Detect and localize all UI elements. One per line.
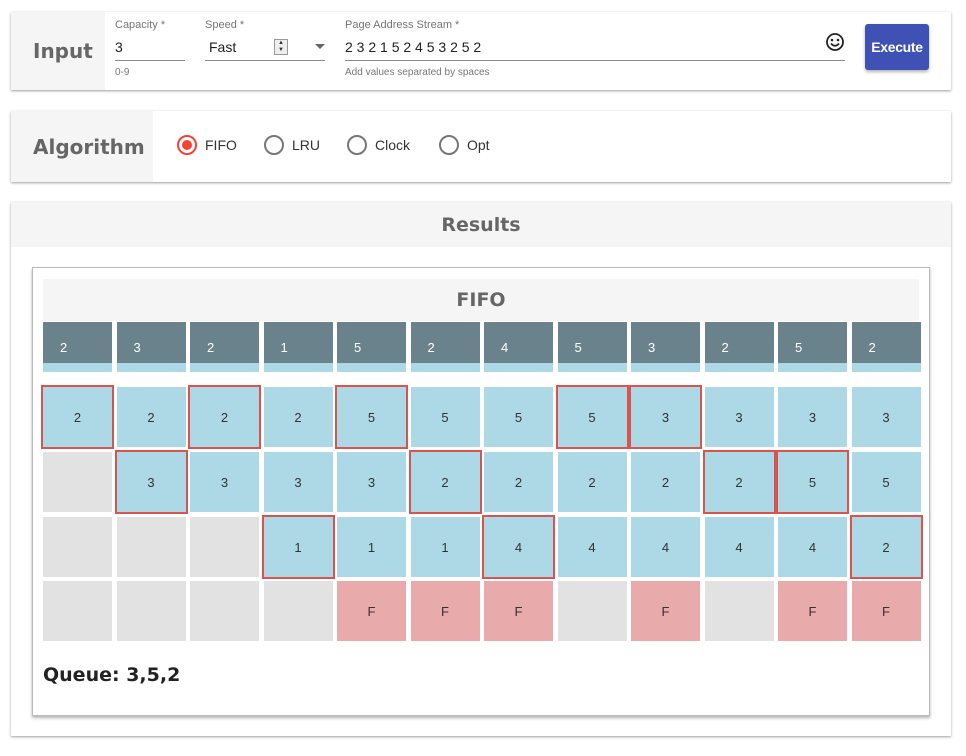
fault-cell: F xyxy=(337,581,406,641)
stream-header-cell: 3 xyxy=(116,322,186,372)
frame-cell: 2 xyxy=(188,385,261,449)
frame-cell: 2 xyxy=(631,452,700,512)
stream-input[interactable]: 2 3 2 1 5 2 4 5 3 2 5 2 xyxy=(345,39,481,55)
frame-cell: 2 xyxy=(116,387,186,447)
algorithm-card: Algorithm FIFO LRU Clock Opt xyxy=(11,111,951,182)
algorithm-title: FIFO xyxy=(43,279,919,321)
algorithm-section-label: Algorithm xyxy=(11,111,153,182)
frame-cell xyxy=(43,452,112,512)
frame-cell: 2 xyxy=(849,515,923,579)
stream-underline xyxy=(345,60,845,61)
frame-cell: 2 xyxy=(557,452,627,512)
stream-header-cell: 2 xyxy=(190,322,259,372)
radio-label: LRU xyxy=(292,137,321,153)
fault-cell: F xyxy=(851,581,921,641)
frame-cell: 3 xyxy=(337,452,406,512)
stream-header-cell: 3 xyxy=(631,322,700,372)
stream-label: Page Address Stream * xyxy=(345,19,460,31)
frame-cell: 4 xyxy=(482,515,555,579)
frame-cell: 4 xyxy=(631,517,700,577)
fault-cell xyxy=(557,581,627,641)
stream-header-cell: 5 xyxy=(557,322,627,372)
frame-cell: 3 xyxy=(851,387,921,447)
frame-cell: 3 xyxy=(704,387,774,447)
capacity-underline xyxy=(115,60,185,61)
frame-cell: 1 xyxy=(261,515,335,579)
frame-cell: 3 xyxy=(629,385,702,449)
fault-cell: F xyxy=(778,581,847,641)
radio-label: Opt xyxy=(467,137,490,153)
frame-cell: 4 xyxy=(704,517,774,577)
stream-header-cell: 2 xyxy=(851,322,921,372)
radio-label: FIFO xyxy=(205,137,237,153)
capacity-hint: 0-9 xyxy=(115,67,130,78)
smiley-face-icon[interactable] xyxy=(825,32,845,52)
radio-lru[interactable]: LRU xyxy=(264,135,320,155)
radio-circle-icon[interactable] xyxy=(439,135,459,155)
fault-cell xyxy=(43,581,112,641)
frame-cell: 1 xyxy=(337,517,406,577)
stream-header-cell: 1 xyxy=(263,322,333,372)
radio-opt[interactable]: Opt xyxy=(439,135,490,155)
capacity-input[interactable]: 3 xyxy=(115,39,123,55)
fault-cell xyxy=(116,581,186,641)
frame-cell: 5 xyxy=(484,387,553,447)
input-section-label: Input xyxy=(11,12,105,90)
stream-header-cell: 5 xyxy=(778,322,847,372)
radio-circle-icon[interactable] xyxy=(177,135,197,155)
frame-cell: 2 xyxy=(484,452,553,512)
fault-cell xyxy=(263,581,333,641)
input-card: Input Capacity * 3 ▲ ▼ 0-9 Speed * Fast P… xyxy=(11,12,951,90)
frame-cell: 4 xyxy=(778,517,847,577)
stream-header-cell: 4 xyxy=(484,322,553,372)
frame-cell: 1 xyxy=(410,517,480,577)
frame-cell: 3 xyxy=(263,452,333,512)
frame-cell: 4 xyxy=(557,517,627,577)
fault-cell: F xyxy=(631,581,700,641)
capacity-stepper[interactable]: ▲ ▼ xyxy=(274,39,288,55)
fault-cell: F xyxy=(410,581,480,641)
frame-cell: 3 xyxy=(190,452,259,512)
stream-header-cell: 2 xyxy=(410,322,480,372)
stream-hint: Add values separated by spaces xyxy=(345,67,490,78)
queue-text: Queue: 3,5,2 xyxy=(43,664,181,686)
frame-cell: 2 xyxy=(408,450,482,514)
frame-cell: 3 xyxy=(778,387,847,447)
results-panel: FIFO Queue: 3,5,2 2321524532522222555533… xyxy=(32,267,930,716)
radio-clock[interactable]: Clock xyxy=(347,135,410,155)
radio-circle-icon[interactable] xyxy=(264,135,284,155)
frame-cell xyxy=(43,517,112,577)
frame-cell: 5 xyxy=(776,450,849,514)
frame-cell xyxy=(190,517,259,577)
frame-cell xyxy=(116,517,186,577)
radio-fifo[interactable]: FIFO xyxy=(177,135,237,155)
results-header: Results xyxy=(11,202,951,247)
frame-cell: 2 xyxy=(263,387,333,447)
frame-cell: 2 xyxy=(41,385,114,449)
frame-cell: 3 xyxy=(114,450,188,514)
frame-cell: 5 xyxy=(335,385,408,449)
results-card: Results FIFO Queue: 3,5,2 23215245325222… xyxy=(11,202,951,736)
fault-cell xyxy=(190,581,259,641)
frame-cell: 2 xyxy=(702,450,776,514)
frame-cell: 5 xyxy=(555,385,629,449)
speed-select[interactable]: Fast xyxy=(209,39,236,55)
frame-cell: 5 xyxy=(410,387,480,447)
stream-header-cell: 2 xyxy=(704,322,774,372)
speed-underline xyxy=(205,60,325,61)
frame-cell: 5 xyxy=(851,452,921,512)
speed-label: Speed * xyxy=(205,19,245,31)
chevron-down-icon[interactable] xyxy=(315,44,325,49)
fault-cell: F xyxy=(484,581,553,641)
radio-circle-icon[interactable] xyxy=(347,135,367,155)
capacity-label: Capacity * xyxy=(115,19,166,31)
radio-label: Clock xyxy=(375,137,411,153)
execute-button[interactable]: Execute xyxy=(865,24,929,70)
stream-header-cell: 2 xyxy=(43,322,112,372)
fault-cell xyxy=(704,581,774,641)
stream-header-cell: 5 xyxy=(337,322,406,372)
